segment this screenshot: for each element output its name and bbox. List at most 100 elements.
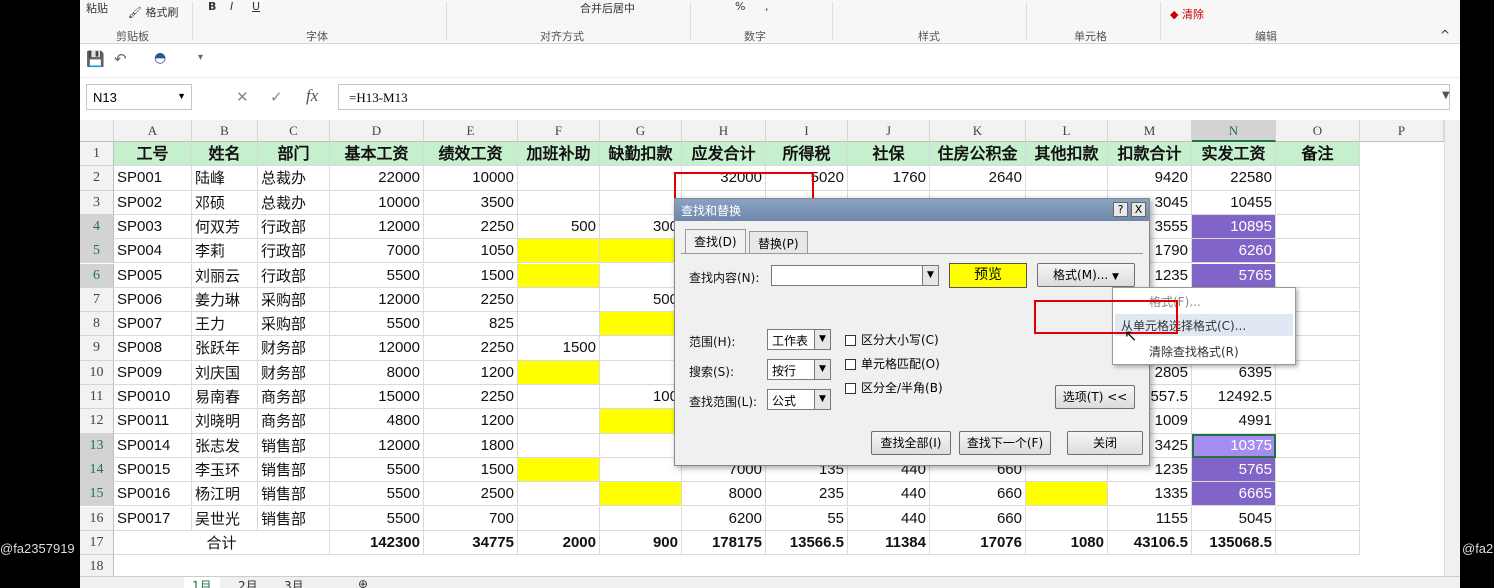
underline-button[interactable]: U: [252, 0, 260, 20]
match-case-checkbox[interactable]: 区分大小写(C): [845, 331, 939, 348]
cell-g15[interactable]: [600, 482, 682, 507]
menu-item-clear-find-format[interactable]: 清除查找格式(R): [1115, 340, 1293, 362]
row-header-12[interactable]: 12: [80, 409, 114, 434]
cell-h15[interactable]: 8000: [682, 482, 766, 507]
cell-k2[interactable]: 2640: [930, 166, 1026, 191]
column-header-j[interactable]: J: [848, 120, 930, 142]
cell-i2[interactable]: 5020: [766, 166, 848, 191]
cell-b7[interactable]: 姜力琳: [192, 287, 258, 313]
cell-c6[interactable]: 行政部: [258, 263, 330, 288]
cell-g5[interactable]: [600, 239, 682, 264]
cell-g10[interactable]: [600, 360, 682, 385]
look-in-select[interactable]: 公式 ▼: [767, 389, 831, 410]
column-header-c[interactable]: C: [258, 120, 330, 142]
cell-a3[interactable]: SP002: [114, 190, 192, 215]
cell-f9[interactable]: 1500: [518, 336, 600, 361]
italic-button[interactable]: I: [230, 0, 233, 20]
percent-button[interactable]: %: [735, 0, 745, 20]
cell-g3[interactable]: [600, 190, 682, 215]
cell-l17[interactable]: 1080: [1026, 530, 1108, 556]
column-header-h[interactable]: H: [682, 120, 766, 142]
cell-n17[interactable]: 135068.5: [1192, 530, 1276, 556]
row-header-7[interactable]: 7: [80, 287, 114, 313]
cell-e3[interactable]: 3500: [424, 190, 518, 215]
cell-k17[interactable]: 17076: [930, 530, 1026, 556]
column-header-a[interactable]: A: [114, 120, 192, 142]
fill-color-icon[interactable]: ◓: [154, 50, 166, 66]
cell-a9[interactable]: SP008: [114, 336, 192, 361]
column-header-o[interactable]: O: [1276, 120, 1360, 142]
clear-button[interactable]: ◆ 清除: [1170, 6, 1204, 26]
cell-l15[interactable]: [1026, 482, 1108, 507]
column-header-b[interactable]: B: [192, 120, 258, 142]
find-next-button[interactable]: 查找下一个(F): [959, 431, 1051, 455]
help-icon[interactable]: ?: [1113, 202, 1128, 217]
column-header-d[interactable]: D: [330, 120, 424, 142]
cell-f11[interactable]: [518, 385, 600, 410]
cell-l1[interactable]: 其他扣款: [1026, 142, 1108, 167]
cell-g17[interactable]: 900: [600, 530, 682, 556]
cell-d14[interactable]: 5500: [330, 457, 424, 483]
cell-o15[interactable]: [1276, 482, 1360, 507]
cell-d16[interactable]: 5500: [330, 506, 424, 531]
cell-g11[interactable]: 100: [600, 385, 682, 410]
cell-c10[interactable]: 财务部: [258, 360, 330, 385]
cell-e4[interactable]: 2250: [424, 214, 518, 240]
cell-c11[interactable]: 商务部: [258, 385, 330, 410]
cell-i16[interactable]: 55: [766, 506, 848, 531]
row-header-2[interactable]: 2: [80, 166, 114, 191]
cell-e7[interactable]: 2250: [424, 287, 518, 313]
cell-g4[interactable]: 300: [600, 214, 682, 240]
cell-l2[interactable]: [1026, 166, 1108, 191]
cell-o17[interactable]: [1276, 530, 1360, 556]
options-button[interactable]: 选项(T) <<: [1055, 385, 1135, 409]
cell-n5[interactable]: 6260: [1192, 239, 1276, 264]
cell-c12[interactable]: 商务部: [258, 409, 330, 434]
find-all-button[interactable]: 查找全部(I): [871, 431, 951, 455]
cell-d11[interactable]: 15000: [330, 385, 424, 410]
close-button[interactable]: 关闭: [1067, 431, 1143, 455]
cell-g8[interactable]: [600, 312, 682, 337]
select-all-corner[interactable]: [80, 120, 114, 142]
cell-d8[interactable]: 5500: [330, 312, 424, 337]
cell-o4[interactable]: [1276, 214, 1360, 240]
cell-a8[interactable]: SP007: [114, 312, 192, 337]
match-width-checkbox[interactable]: 区分全/半角(B): [845, 379, 943, 396]
cell-m2[interactable]: 9420: [1108, 166, 1192, 191]
cell-g12[interactable]: [600, 409, 682, 434]
cell-b10[interactable]: 刘庆国: [192, 360, 258, 385]
cell-c3[interactable]: 总裁办: [258, 190, 330, 215]
cell-e11[interactable]: 2250: [424, 385, 518, 410]
enter-icon[interactable]: ✓: [270, 88, 283, 106]
cell-b14[interactable]: 李玉环: [192, 457, 258, 483]
cell-a7[interactable]: SP006: [114, 287, 192, 313]
cell-e13[interactable]: 1800: [424, 433, 518, 458]
cell-f6[interactable]: [518, 263, 600, 288]
cell-l16[interactable]: [1026, 506, 1108, 531]
cell-n1[interactable]: 实发工资: [1192, 142, 1276, 167]
format-painter-button[interactable]: 🖌 格式刷: [128, 4, 178, 24]
cell-h2[interactable]: 32000: [682, 166, 766, 191]
cell-d9[interactable]: 12000: [330, 336, 424, 361]
comma-button[interactable]: ,: [765, 0, 769, 20]
close-icon[interactable]: X: [1131, 202, 1146, 217]
cell-f1[interactable]: 加班补助: [518, 142, 600, 167]
cancel-icon[interactable]: ✕: [236, 88, 249, 106]
cell-d6[interactable]: 5500: [330, 263, 424, 288]
column-header-n[interactable]: N: [1192, 120, 1276, 142]
cell-b6[interactable]: 刘丽云: [192, 263, 258, 288]
cell-d15[interactable]: 5500: [330, 482, 424, 507]
sheet-tab-1[interactable]: 1月: [184, 577, 220, 588]
cell-d3[interactable]: 10000: [330, 190, 424, 215]
sheet-tab-2[interactable]: 2月: [230, 577, 266, 588]
cell-a15[interactable]: SP0016: [114, 482, 192, 507]
cell-g2[interactable]: [600, 166, 682, 191]
cell-m15[interactable]: 1335: [1108, 482, 1192, 507]
cell-a6[interactable]: SP005: [114, 263, 192, 288]
cell-n11[interactable]: 12492.5: [1192, 385, 1276, 410]
column-header-i[interactable]: I: [766, 120, 848, 142]
cell-h16[interactable]: 6200: [682, 506, 766, 531]
cell-b15[interactable]: 杨江明: [192, 482, 258, 507]
row-header-17[interactable]: 17: [80, 530, 114, 556]
cell-f14[interactable]: [518, 457, 600, 483]
